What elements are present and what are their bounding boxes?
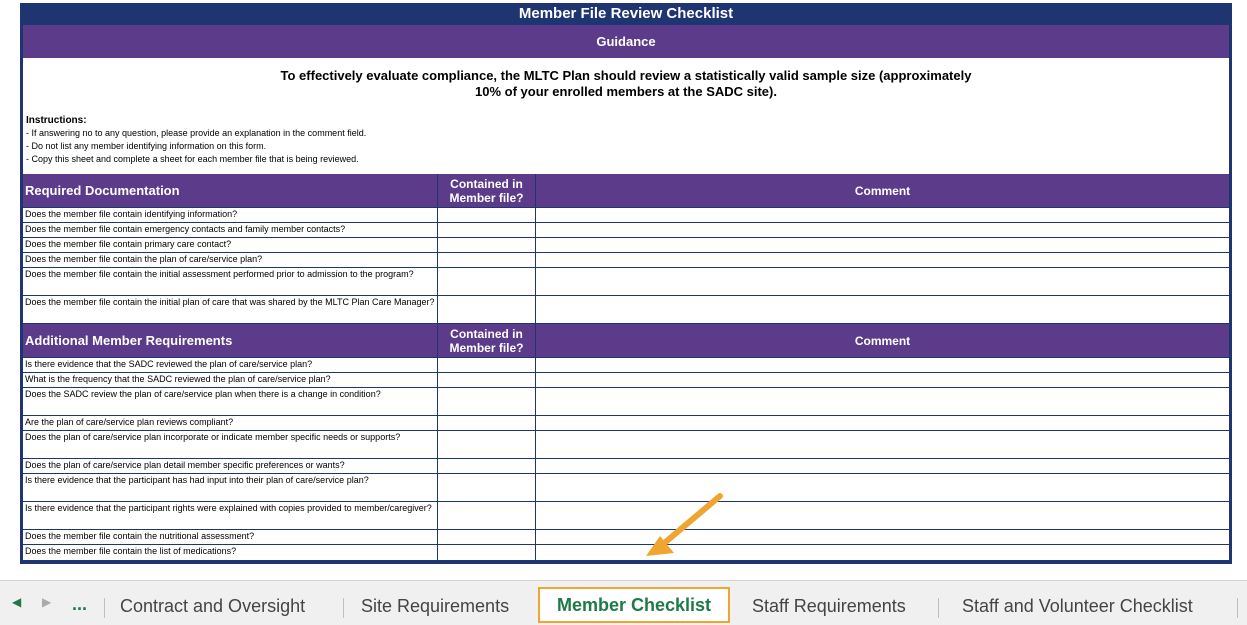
tab-separator [1237,598,1238,618]
tab-member-checklist[interactable]: Member Checklist [538,587,730,623]
arrow-callout-icon [646,493,723,556]
scroll-right-icon[interactable]: ▶ [42,595,51,609]
tab-staff-requirements[interactable]: Staff Requirements [752,596,906,617]
sheet-tab-bar: ◀ ▶ ... Contract and Oversight Site Requ… [0,580,1247,625]
tab-separator [343,598,344,618]
worksheet: Member File Review Checklist Guidance To… [0,0,1247,580]
scroll-left-icon[interactable]: ◀ [12,595,21,609]
more-sheets-button[interactable]: ... [72,594,87,615]
tab-staff-volunteer-checklist[interactable]: Staff and Volunteer Checklist [962,596,1193,617]
tab-separator [938,598,939,618]
tab-site-requirements[interactable]: Site Requirements [361,596,509,617]
tab-contract-oversight[interactable]: Contract and Oversight [120,596,305,617]
tab-separator [104,598,105,618]
